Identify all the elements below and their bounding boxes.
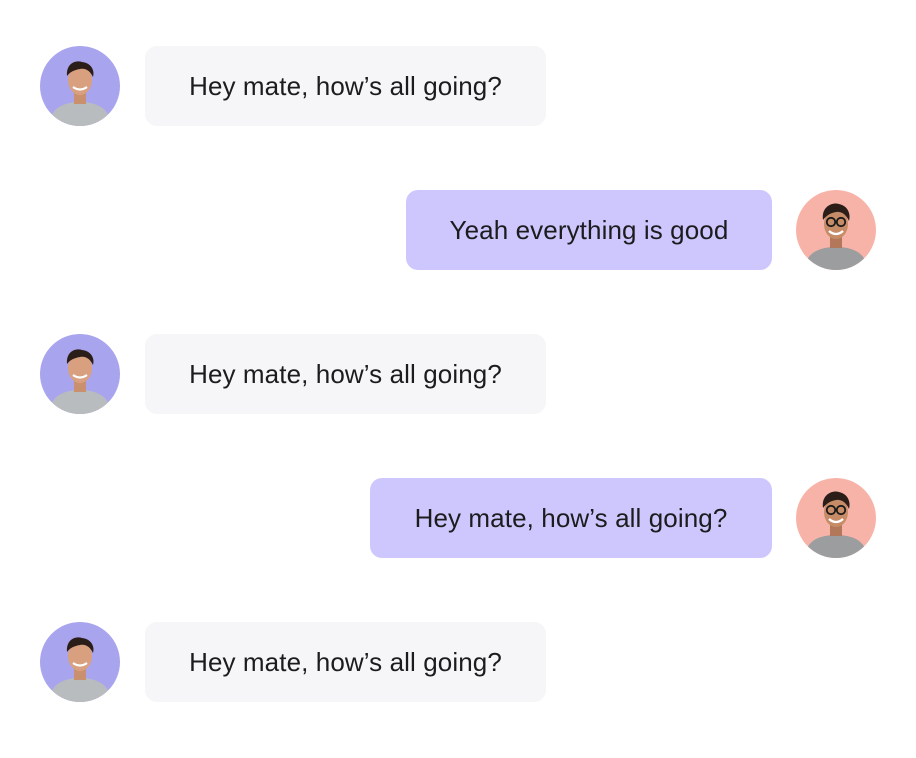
avatar-icon[interactable] — [40, 334, 120, 414]
message-row-outgoing: Yeah everything is good — [0, 190, 916, 270]
person-with-glasses-icon — [796, 478, 876, 558]
message-row-incoming: Hey mate, how’s all going? — [0, 334, 916, 414]
person-icon — [40, 334, 120, 414]
avatar-icon[interactable] — [40, 46, 120, 126]
message-bubble: Hey mate, how’s all going? — [145, 46, 546, 126]
message-bubble: Hey mate, how’s all going? — [145, 622, 546, 702]
message-bubble: Yeah everything is good — [406, 190, 772, 270]
avatar-icon[interactable] — [796, 190, 876, 270]
message-row-incoming: Hey mate, how’s all going? — [0, 46, 916, 126]
message-row-incoming: Hey mate, how’s all going? — [0, 622, 916, 702]
chat-thread: Hey mate, how’s all going? Yeah everythi… — [0, 0, 916, 758]
avatar-icon[interactable] — [796, 478, 876, 558]
avatar-icon[interactable] — [40, 622, 120, 702]
message-bubble: Hey mate, how’s all going? — [370, 478, 772, 558]
message-row-outgoing: Hey mate, how’s all going? — [0, 478, 916, 558]
person-icon — [40, 46, 120, 126]
message-bubble: Hey mate, how’s all going? — [145, 334, 546, 414]
person-icon — [40, 622, 120, 702]
person-with-glasses-icon — [796, 190, 876, 270]
